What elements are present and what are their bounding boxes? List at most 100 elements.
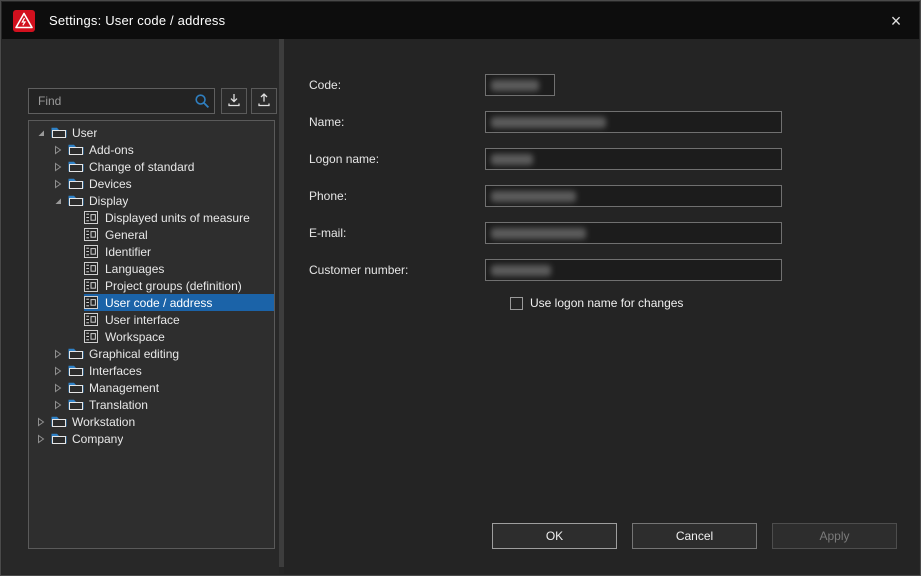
tree-item-content: Company: [51, 430, 274, 447]
expand-arrow-icon[interactable]: [35, 416, 46, 427]
tree-item-label: Translation: [89, 398, 148, 412]
tree-item-label: User: [72, 126, 97, 140]
folder-icon: [51, 432, 67, 446]
form-row-logon-name: Logon name:: [309, 148, 919, 170]
expand-arrow-icon[interactable]: [52, 382, 63, 393]
tree-item-company[interactable]: Company: [29, 430, 274, 447]
tree-item-workstation[interactable]: Workstation: [29, 413, 274, 430]
search-icon[interactable]: [194, 93, 210, 109]
tree-item-user-code-address[interactable]: User code / address: [29, 294, 274, 311]
field-label: E-mail:: [309, 226, 485, 240]
collapse-arrow-icon[interactable]: [35, 127, 46, 138]
expand-arrow-icon[interactable]: [52, 144, 63, 155]
tree-item-graphical-editing[interactable]: Graphical editing: [29, 345, 274, 362]
settings-dialog: Settings: User code / address ×: [0, 0, 921, 576]
use-logon-name-label: Use logon name for changes: [530, 296, 683, 310]
tree-item-label: Management: [89, 381, 159, 395]
title-bar[interactable]: Settings: User code / address ×: [2, 2, 919, 39]
redacted-value: [491, 265, 551, 276]
import-settings-button[interactable]: [221, 88, 247, 114]
folder-icon: [68, 347, 84, 361]
tree-item-identifier[interactable]: Identifier: [29, 243, 274, 260]
tree-item-content: Project groups (definition): [84, 277, 274, 294]
tree-item-label: Display: [89, 194, 128, 208]
tree-item-label: Identifier: [105, 245, 151, 259]
tree-item-change-of-standard[interactable]: Change of standard: [29, 158, 274, 175]
tree-item-display[interactable]: Display: [29, 192, 274, 209]
tree-item-content: Display: [68, 192, 274, 209]
folder-icon: [68, 381, 84, 395]
find-box: [28, 88, 215, 114]
expand-arrow-icon[interactable]: [52, 178, 63, 189]
settings-tree: User Add-onsChange of standardDevices Disp…: [28, 120, 275, 549]
form-row-code: Code:: [309, 74, 919, 96]
expand-arrow-icon[interactable]: [52, 348, 63, 359]
tree-item-content: User: [51, 124, 274, 141]
tree-item-label: Displayed units of measure: [105, 211, 250, 225]
tree-item-workspace[interactable]: Workspace: [29, 328, 274, 345]
name-input[interactable]: [485, 111, 782, 133]
tree-item-displayed-units-of-measure[interactable]: Displayed units of measure: [29, 209, 274, 226]
export-settings-button[interactable]: [251, 88, 277, 114]
tree-item-project-groups-definition[interactable]: Project groups (definition): [29, 277, 274, 294]
settings-page-icon: [84, 296, 100, 310]
tree-item-general[interactable]: General: [29, 226, 274, 243]
tree-item-languages[interactable]: Languages: [29, 260, 274, 277]
apply-button[interactable]: Apply: [772, 523, 897, 549]
phone-input[interactable]: [485, 185, 782, 207]
expand-arrow-icon[interactable]: [52, 161, 63, 172]
settings-page-icon: [84, 228, 100, 242]
tree-item-add-ons[interactable]: Add-ons: [29, 141, 274, 158]
folder-icon: [51, 415, 67, 429]
cancel-button[interactable]: Cancel: [632, 523, 757, 549]
expand-arrow-icon[interactable]: [52, 399, 63, 410]
tree-item-label: Company: [72, 432, 123, 446]
code-input[interactable]: [485, 74, 555, 96]
expand-arrow-icon[interactable]: [52, 365, 63, 376]
tree-item-label: Workspace: [105, 330, 165, 344]
tree-item-content: Displayed units of measure: [84, 209, 274, 226]
find-input[interactable]: [28, 88, 215, 114]
settings-page-icon: [84, 313, 100, 327]
tree-item-translation[interactable]: Translation: [29, 396, 274, 413]
logon-name-input[interactable]: [485, 148, 782, 170]
tree-item-devices[interactable]: Devices: [29, 175, 274, 192]
expand-arrow-icon[interactable]: [35, 433, 46, 444]
tree-item-content: User code / address: [84, 294, 274, 311]
tree-item-interfaces[interactable]: Interfaces: [29, 362, 274, 379]
folder-icon: [68, 398, 84, 412]
search-row: [28, 88, 277, 114]
tree-item-content: Workstation: [51, 413, 274, 430]
tree-item-label: General: [105, 228, 148, 242]
customer-number-input[interactable]: [485, 259, 782, 281]
folder-icon: [68, 160, 84, 174]
settings-page-icon: [84, 211, 100, 225]
eplan-logo-icon: [13, 10, 35, 32]
dialog-buttons: OK Cancel Apply: [477, 523, 897, 549]
e-mail-input[interactable]: [485, 222, 782, 244]
tree-item-content: Change of standard: [68, 158, 274, 175]
settings-page-icon: [84, 245, 100, 259]
redacted-value: [491, 117, 606, 128]
import-icon: [226, 92, 242, 111]
use-logon-name-checkbox[interactable]: [510, 297, 523, 310]
form-row-phone: Phone:: [309, 185, 919, 207]
export-icon: [256, 92, 272, 111]
folder-icon: [68, 143, 84, 157]
tree-item-content: Graphical editing: [68, 345, 274, 362]
form-row-name: Name:: [309, 111, 919, 133]
settings-page-icon: [84, 279, 100, 293]
tree-item-content: Workspace: [84, 328, 274, 345]
folder-icon: [68, 194, 84, 208]
tree-item-management[interactable]: Management: [29, 379, 274, 396]
tree-item-label: Add-ons: [89, 143, 134, 157]
tree-item-user-interface[interactable]: User interface: [29, 311, 274, 328]
form-row-customer-number: Customer number:: [309, 259, 919, 281]
tree-item-user[interactable]: User: [29, 124, 274, 141]
field-label: Phone:: [309, 189, 485, 203]
field-label: Customer number:: [309, 263, 485, 277]
user-address-form: Code: Name: Logon name: Phone: E-mail: Custom…: [284, 39, 919, 310]
close-button[interactable]: ×: [873, 2, 919, 39]
collapse-arrow-icon[interactable]: [52, 195, 63, 206]
ok-button[interactable]: OK: [492, 523, 617, 549]
